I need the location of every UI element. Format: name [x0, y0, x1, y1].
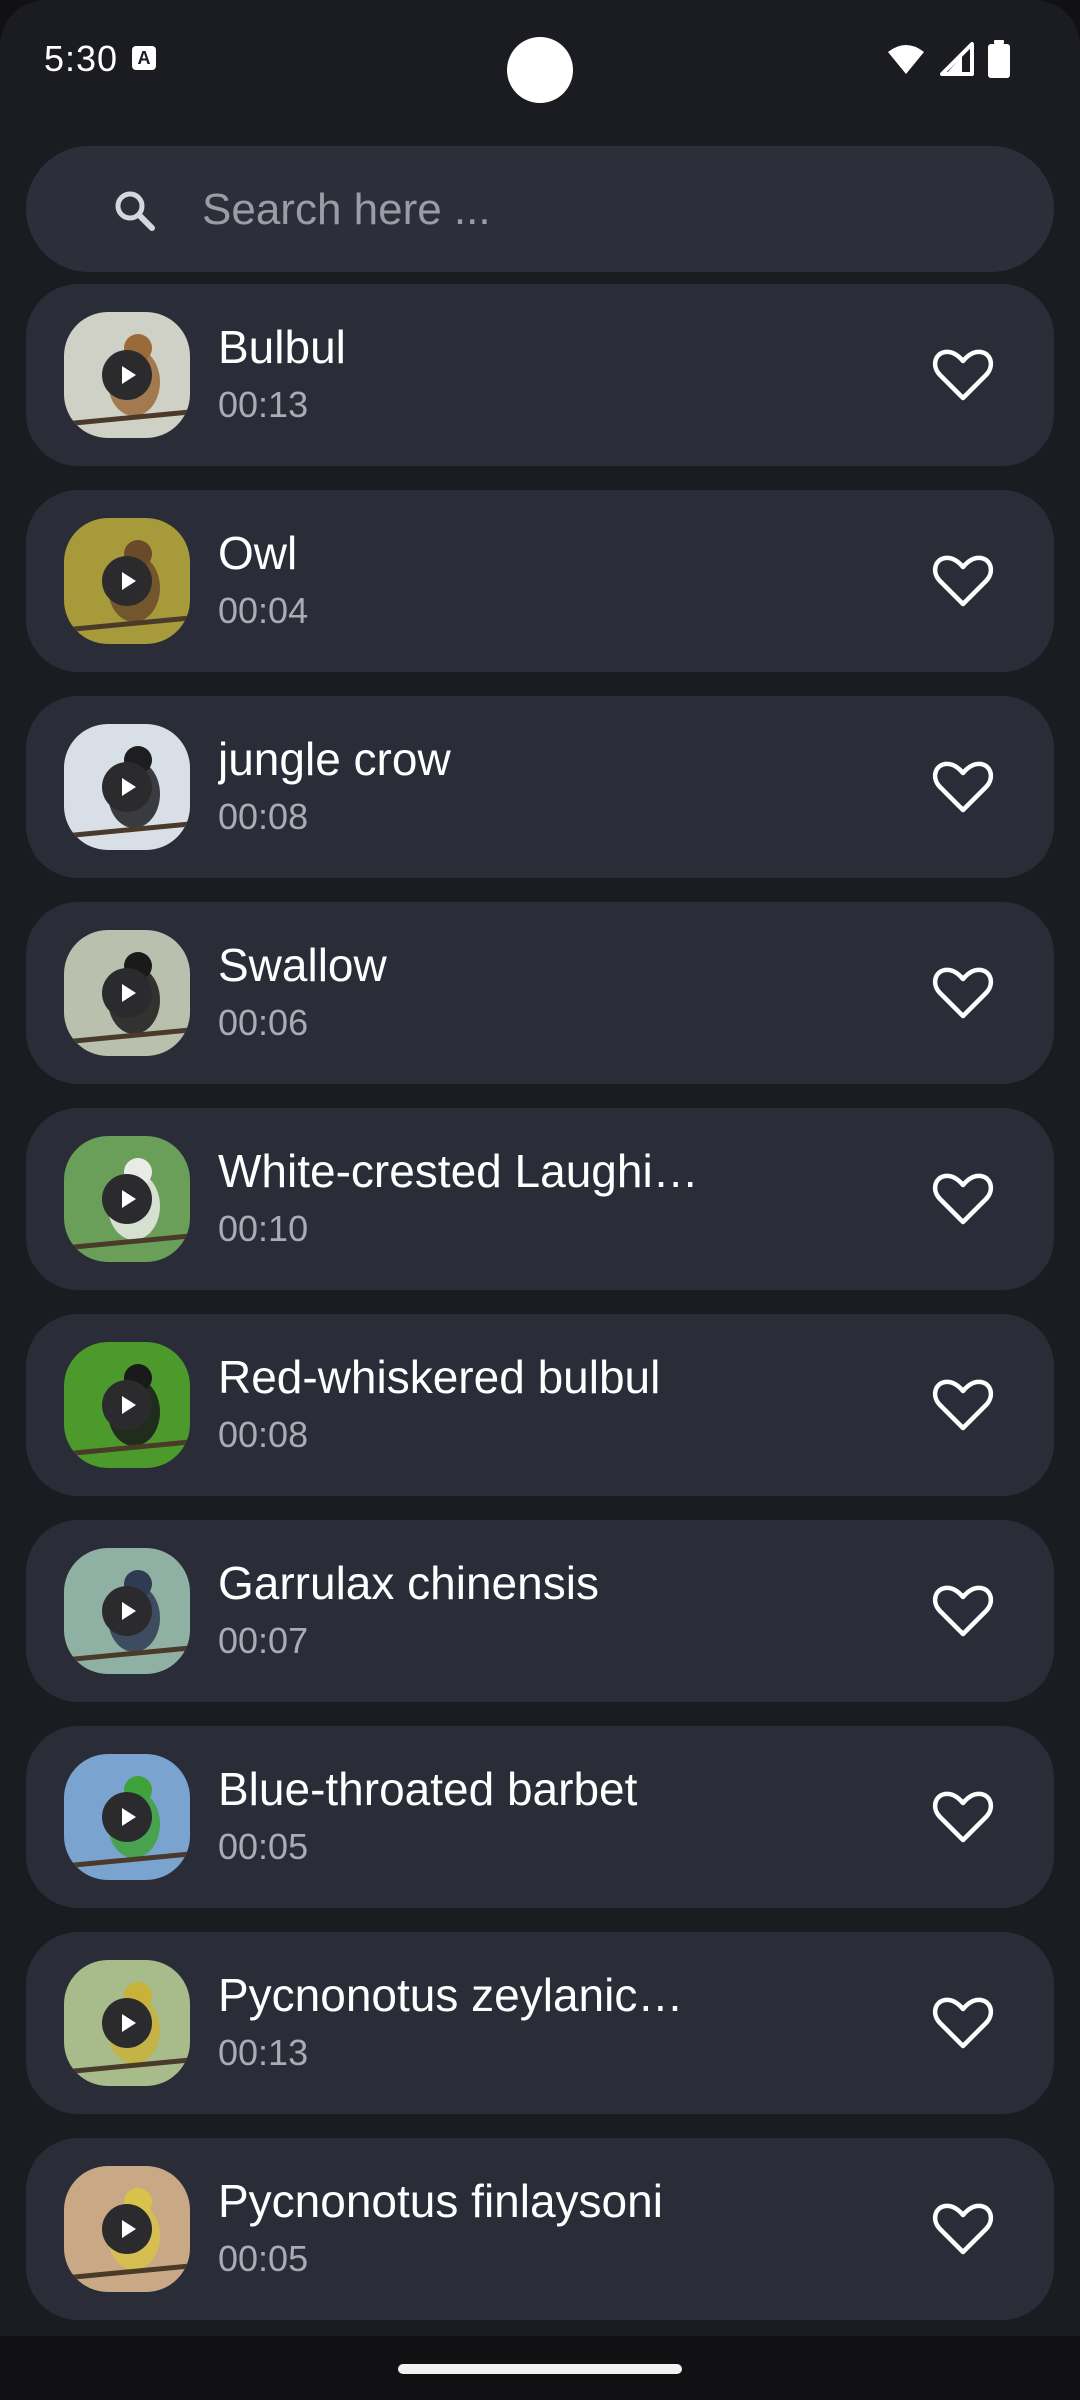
play-icon[interactable] — [102, 1998, 152, 2048]
bird-list-item[interactable]: Swallow 00:06 — [26, 902, 1054, 1084]
bird-duration: 00:05 — [218, 1826, 309, 1867]
wifi-icon — [888, 45, 924, 74]
heart-icon[interactable] — [930, 1578, 996, 1644]
bird-thumbnail — [64, 1960, 190, 2086]
battery-icon — [988, 40, 1010, 78]
home-indicator[interactable] — [398, 2364, 682, 2374]
status-bar: 5:30 A — [0, 0, 1080, 120]
play-icon[interactable] — [102, 1586, 152, 1636]
bird-duration: 00:13 — [218, 2032, 309, 2073]
bird-name: Bulbul — [218, 321, 346, 373]
heart-icon[interactable] — [930, 1166, 996, 1232]
bird-name: Red-whiskered bulbul — [218, 1351, 661, 1403]
bird-duration: 00:07 — [218, 1620, 309, 1661]
heart-icon[interactable] — [930, 548, 996, 614]
bird-duration: 00:10 — [218, 1208, 309, 1249]
notification-a-icon: A — [132, 46, 156, 70]
bird-list-item[interactable]: Pycnonotus zeylanic… 00:13 — [26, 1932, 1054, 2114]
play-icon[interactable] — [102, 762, 152, 812]
play-icon[interactable] — [102, 1174, 152, 1224]
heart-icon[interactable] — [930, 1990, 996, 2056]
bird-list-item[interactable]: Bulbul 00:13 — [26, 284, 1054, 466]
camera-cutout — [507, 37, 573, 103]
bird-list-item[interactable]: White-crested Laughi… 00:10 — [26, 1108, 1054, 1290]
bird-duration: 00:04 — [218, 590, 309, 631]
search-input[interactable] — [200, 146, 1004, 274]
bird-thumbnail — [64, 1548, 190, 1674]
bird-thumbnail — [64, 2166, 190, 2292]
app-screen: 5:30 A Bulbul 00:13 Owl 00:04 jungle crow 00:… — [0, 0, 1080, 2400]
heart-icon[interactable] — [930, 1372, 996, 1438]
search-icon — [115, 191, 155, 231]
bird-duration: 00:08 — [218, 796, 309, 837]
bird-name: White-crested Laughi… — [218, 1145, 699, 1197]
bird-list-item[interactable]: jungle crow 00:08 — [26, 696, 1054, 878]
play-icon[interactable] — [102, 1380, 152, 1430]
search-bar[interactable] — [26, 146, 1054, 274]
signal-icon — [940, 42, 974, 76]
bird-name: Swallow — [218, 939, 387, 991]
bird-duration: 00:06 — [218, 1002, 309, 1043]
bird-thumbnail — [64, 1754, 190, 1880]
heart-icon[interactable] — [930, 754, 996, 820]
bird-thumbnail — [64, 930, 190, 1056]
play-icon[interactable] — [102, 556, 152, 606]
play-icon[interactable] — [102, 968, 152, 1018]
play-icon[interactable] — [102, 1792, 152, 1842]
play-icon[interactable] — [102, 350, 152, 400]
bird-name: Garrulax chinensis — [218, 1557, 599, 1609]
heart-icon[interactable] — [930, 1784, 996, 1850]
status-icons — [886, 40, 1010, 78]
bird-name: Pycnonotus zeylanic… — [218, 1969, 684, 2021]
bird-list-item[interactable]: Red-whiskered bulbul 00:08 — [26, 1314, 1054, 1496]
bird-duration: 00:05 — [218, 2238, 309, 2279]
bird-name: Blue-throated barbet — [218, 1763, 638, 1815]
bird-thumbnail — [64, 518, 190, 644]
heart-icon[interactable] — [930, 342, 996, 408]
status-time: 5:30 — [44, 38, 119, 79]
bird-thumbnail — [64, 1342, 190, 1468]
bird-list-item[interactable]: Blue-throated barbet 00:05 — [26, 1726, 1054, 1908]
bird-duration: 00:13 — [218, 384, 309, 425]
bird-thumbnail — [64, 1136, 190, 1262]
heart-icon[interactable] — [930, 960, 996, 1026]
bird-list-item[interactable]: Garrulax chinensis 00:07 — [26, 1520, 1054, 1702]
bird-thumbnail — [64, 312, 190, 438]
bird-name: Pycnonotus finlaysoni — [218, 2175, 663, 2227]
bird-list-item[interactable]: Owl 00:04 — [26, 490, 1054, 672]
bird-name: jungle crow — [218, 733, 451, 785]
play-icon[interactable] — [102, 2204, 152, 2254]
bird-duration: 00:08 — [218, 1414, 309, 1455]
heart-icon[interactable] — [930, 2196, 996, 2262]
bird-list-item[interactable]: Pycnonotus finlaysoni 00:05 — [26, 2138, 1054, 2320]
bird-thumbnail — [64, 724, 190, 850]
bird-name: Owl — [218, 527, 298, 579]
